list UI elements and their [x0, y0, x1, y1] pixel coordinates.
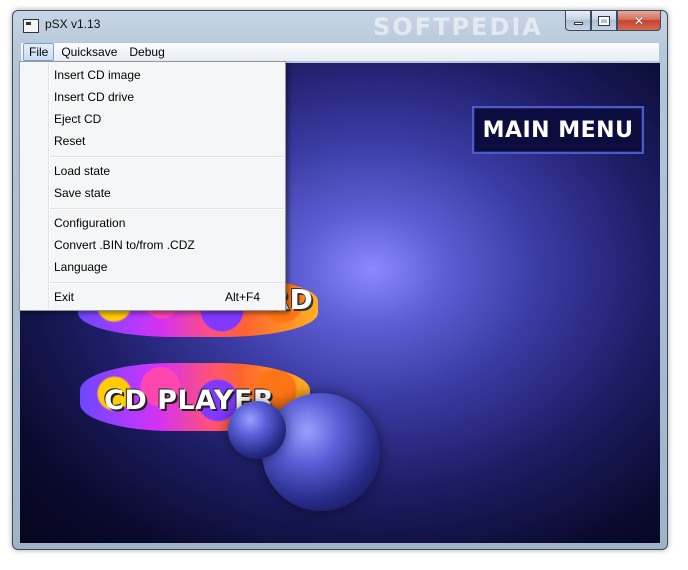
- close-icon: ✕: [633, 13, 645, 28]
- menu-configuration[interactable]: Configuration: [54, 213, 280, 233]
- menu-file[interactable]: File: [23, 43, 55, 61]
- menu-reset[interactable]: Reset: [54, 131, 280, 151]
- menu-eject-cd[interactable]: Eject CD: [54, 109, 280, 129]
- menu-insert-cd-drive[interactable]: Insert CD drive: [54, 87, 280, 107]
- title-bar[interactable]: pSX v1.13 SOFTPEDIA ✕: [13, 11, 667, 41]
- menu-convert-bin-cdz[interactable]: Convert .BIN to/from .CDZ: [54, 235, 280, 255]
- menu-quicksave[interactable]: Quicksave: [56, 43, 122, 61]
- menu-exit-label: Exit: [54, 290, 75, 304]
- menu-separator: [50, 282, 284, 283]
- menu-separator: [50, 208, 284, 209]
- menu-language[interactable]: Language: [54, 257, 280, 277]
- sphere-large: [262, 393, 380, 511]
- menu-exit[interactable]: Exit Alt+F4: [54, 287, 280, 307]
- menu-bar: File Quicksave Debug: [20, 42, 660, 62]
- maximize-icon: [598, 15, 610, 26]
- menu-save-state[interactable]: Save state: [54, 183, 280, 203]
- minimize-button[interactable]: [565, 11, 591, 31]
- menu-insert-cd-image[interactable]: Insert CD image: [54, 65, 280, 85]
- main-menu-button[interactable]: MAIN MENU: [472, 106, 644, 154]
- menu-debug[interactable]: Debug: [124, 43, 169, 61]
- maximize-button[interactable]: [591, 11, 617, 31]
- minimize-icon: [573, 22, 583, 25]
- close-button[interactable]: ✕: [617, 11, 661, 31]
- file-menu-dropdown: Insert CD image Insert CD drive Eject CD…: [19, 61, 286, 311]
- sphere-small: [228, 401, 286, 459]
- menu-separator: [50, 156, 284, 157]
- app-icon[interactable]: [23, 19, 39, 33]
- caption-buttons: ✕: [565, 11, 661, 31]
- window-title: pSX v1.13: [45, 17, 101, 31]
- watermark: SOFTPEDIA: [373, 13, 543, 41]
- menu-exit-shortcut: Alt+F4: [224, 290, 260, 304]
- menu-load-state[interactable]: Load state: [54, 161, 280, 181]
